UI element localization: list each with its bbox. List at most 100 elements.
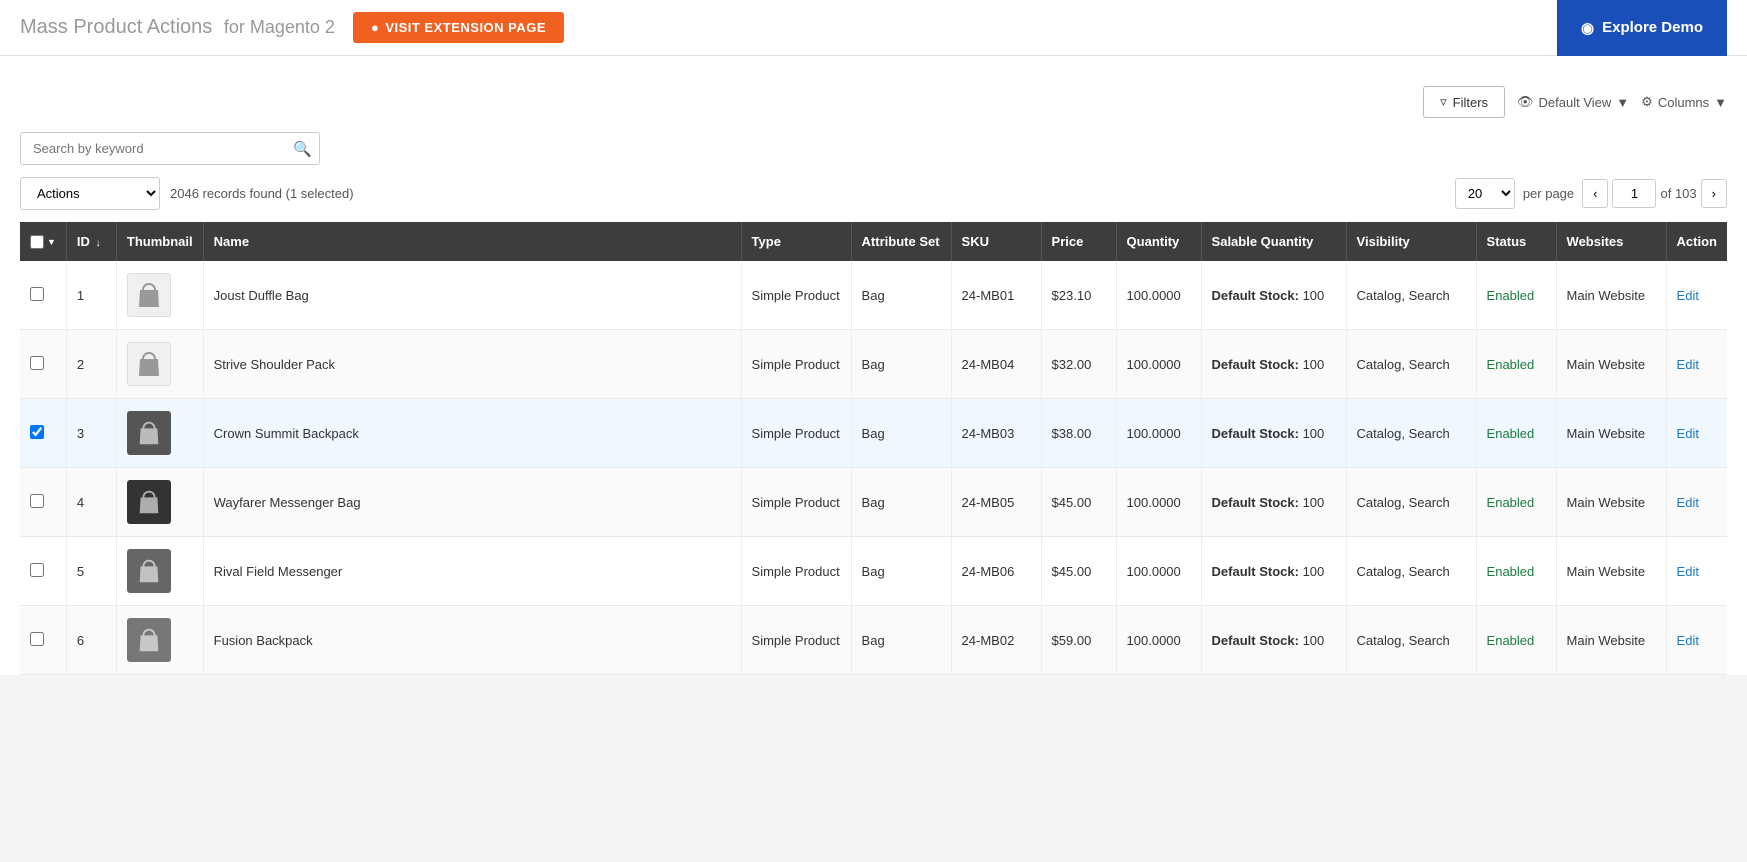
row-price: $45.00 — [1041, 537, 1116, 606]
search-input[interactable] — [20, 132, 320, 165]
row-quantity: 100.0000 — [1116, 537, 1201, 606]
row-name: Fusion Backpack — [203, 606, 741, 675]
row-action: Edit — [1666, 261, 1727, 330]
row-id: 2 — [66, 330, 116, 399]
row-id: 5 — [66, 537, 116, 606]
th-websites: Websites — [1556, 222, 1666, 261]
row-attribute-set: Bag — [851, 537, 951, 606]
row-thumbnail — [116, 468, 203, 537]
edit-link[interactable]: Edit — [1677, 564, 1699, 579]
row-id: 1 — [66, 261, 116, 330]
current-page-input[interactable] — [1612, 179, 1656, 208]
row-name: Strive Shoulder Pack — [203, 330, 741, 399]
columns-label: Columns — [1658, 95, 1709, 110]
row-thumbnail — [116, 261, 203, 330]
content-area: ▿ Filters 👁 Default View ▼ ⚙ Columns ▼ 🔍… — [0, 56, 1747, 675]
th-sku: SKU — [951, 222, 1041, 261]
per-page-select[interactable]: 2050100 — [1455, 178, 1515, 209]
row-sku: 24-MB06 — [951, 537, 1041, 606]
search-submit-button[interactable]: 🔍 — [293, 140, 312, 158]
pagination-controls: ‹ of 103 › — [1582, 179, 1727, 208]
table-row: 2 Strive Shoulder PackSimple ProductBag2… — [20, 330, 1727, 399]
columns-button[interactable]: ⚙ Columns ▼ — [1641, 94, 1727, 110]
gear-icon: ⚙ — [1641, 94, 1653, 110]
row-name: Wayfarer Messenger Bag — [203, 468, 741, 537]
explore-btn-label: Explore Demo — [1602, 19, 1703, 36]
row-status: Enabled — [1476, 261, 1556, 330]
row-action: Edit — [1666, 606, 1727, 675]
row-checkbox[interactable] — [30, 563, 44, 577]
edit-link[interactable]: Edit — [1677, 426, 1699, 441]
status-badge: Enabled — [1487, 426, 1535, 441]
row-type: Simple Product — [741, 399, 851, 468]
row-action: Edit — [1666, 537, 1727, 606]
row-websites: Main Website — [1556, 399, 1666, 468]
row-attribute-set: Bag — [851, 261, 951, 330]
row-thumbnail — [116, 399, 203, 468]
row-quantity: 100.0000 — [1116, 261, 1201, 330]
table-row: 3 Crown Summit BackpackSimple ProductBag… — [20, 399, 1727, 468]
row-checkbox-cell — [20, 399, 66, 468]
prev-page-button[interactable]: ‹ — [1582, 179, 1608, 208]
row-status: Enabled — [1476, 399, 1556, 468]
table-row: 1 Joust Duffle BagSimple ProductBag24-MB… — [20, 261, 1727, 330]
th-attribute-set: Attribute Set — [851, 222, 951, 261]
row-checkbox[interactable] — [30, 632, 44, 646]
th-quantity: Quantity — [1116, 222, 1201, 261]
filters-button[interactable]: ▿ Filters — [1423, 86, 1505, 118]
th-type: Type — [741, 222, 851, 261]
row-name: Rival Field Messenger — [203, 537, 741, 606]
row-salable-quantity: Default Stock: 100 — [1201, 537, 1346, 606]
select-all-checkbox[interactable] — [30, 235, 44, 249]
filter-icon: ▿ — [1440, 94, 1447, 110]
row-price: $45.00 — [1041, 468, 1116, 537]
row-action: Edit — [1666, 399, 1727, 468]
row-sku: 24-MB01 — [951, 261, 1041, 330]
row-quantity: 100.0000 — [1116, 606, 1201, 675]
row-visibility: Catalog, Search — [1346, 399, 1476, 468]
row-websites: Main Website — [1556, 606, 1666, 675]
edit-link[interactable]: Edit — [1677, 633, 1699, 648]
row-status: Enabled — [1476, 330, 1556, 399]
row-sku: 24-MB04 — [951, 330, 1041, 399]
row-sku: 24-MB03 — [951, 399, 1041, 468]
explore-icon: ◉ — [1581, 19, 1594, 37]
visit-extension-btn[interactable]: ● VISIT EXTENSION PAGE — [353, 12, 564, 43]
row-price: $59.00 — [1041, 606, 1116, 675]
row-websites: Main Website — [1556, 468, 1666, 537]
row-checkbox[interactable] — [30, 356, 44, 370]
edit-link[interactable]: Edit — [1677, 288, 1699, 303]
row-thumbnail — [116, 537, 203, 606]
status-badge: Enabled — [1487, 288, 1535, 303]
status-badge: Enabled — [1487, 564, 1535, 579]
row-quantity: 100.0000 — [1116, 468, 1201, 537]
table-body: 1 Joust Duffle BagSimple ProductBag24-MB… — [20, 261, 1727, 675]
page-title: Mass Product Actions for Magento 2 — [20, 16, 335, 39]
edit-link[interactable]: Edit — [1677, 495, 1699, 510]
row-action: Edit — [1666, 468, 1727, 537]
row-checkbox-cell — [20, 468, 66, 537]
row-websites: Main Website — [1556, 261, 1666, 330]
next-page-button[interactable]: › — [1701, 179, 1727, 208]
actions-right: 2050100 per page ‹ of 103 › — [1455, 178, 1727, 209]
status-badge: Enabled — [1487, 357, 1535, 372]
th-name: Name — [203, 222, 741, 261]
row-type: Simple Product — [741, 468, 851, 537]
status-badge: Enabled — [1487, 633, 1535, 648]
sort-icon-id: ↓ — [96, 238, 101, 249]
edit-link[interactable]: Edit — [1677, 357, 1699, 372]
actions-select[interactable]: Actions — [20, 177, 160, 210]
row-checkbox[interactable] — [30, 287, 44, 301]
row-id: 3 — [66, 399, 116, 468]
row-checkbox[interactable] — [30, 494, 44, 508]
row-visibility: Catalog, Search — [1346, 606, 1476, 675]
eye-icon: 👁 — [1517, 94, 1534, 110]
row-status: Enabled — [1476, 468, 1556, 537]
row-checkbox[interactable] — [30, 425, 44, 439]
th-thumbnail: Thumbnail — [116, 222, 203, 261]
page-title-sub: for Magento 2 — [224, 17, 335, 37]
default-view-button[interactable]: 👁 Default View ▼ — [1517, 94, 1629, 110]
row-quantity: 100.0000 — [1116, 330, 1201, 399]
explore-demo-btn[interactable]: ◉ Explore Demo — [1557, 0, 1727, 56]
row-salable-quantity: Default Stock: 100 — [1201, 399, 1346, 468]
